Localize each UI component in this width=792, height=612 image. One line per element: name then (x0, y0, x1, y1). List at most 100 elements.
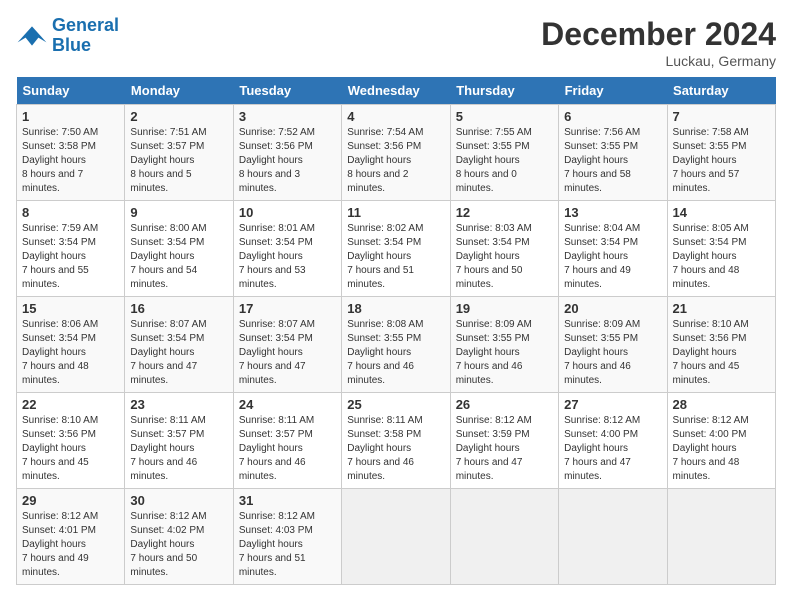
day-info: Sunrise: 8:02 AM Sunset: 3:54 PM Dayligh… (347, 222, 444, 292)
calendar-table: SundayMondayTuesdayWednesdayThursdayFrid… (16, 77, 776, 585)
day-number: 13 (564, 205, 661, 220)
calendar-cell: 2 Sunrise: 7:51 AM Sunset: 3:57 PM Dayli… (125, 105, 233, 201)
day-number: 8 (22, 205, 119, 220)
calendar-cell: 16 Sunrise: 8:07 AM Sunset: 3:54 PM Dayl… (125, 297, 233, 393)
calendar-cell: 31 Sunrise: 8:12 AM Sunset: 4:03 PM Dayl… (233, 489, 341, 585)
day-info: Sunrise: 8:12 AM Sunset: 4:00 PM Dayligh… (673, 414, 770, 484)
day-info: Sunrise: 8:07 AM Sunset: 3:54 PM Dayligh… (130, 318, 227, 388)
day-info: Sunrise: 8:10 AM Sunset: 3:56 PM Dayligh… (22, 414, 119, 484)
calendar-cell: 30 Sunrise: 8:12 AM Sunset: 4:02 PM Dayl… (125, 489, 233, 585)
day-info: Sunrise: 8:08 AM Sunset: 3:55 PM Dayligh… (347, 318, 444, 388)
calendar-cell: 22 Sunrise: 8:10 AM Sunset: 3:56 PM Dayl… (17, 393, 125, 489)
weekday-header-thursday: Thursday (450, 77, 558, 105)
day-number: 10 (239, 205, 336, 220)
day-info: Sunrise: 8:09 AM Sunset: 3:55 PM Dayligh… (564, 318, 661, 388)
day-info: Sunrise: 7:56 AM Sunset: 3:55 PM Dayligh… (564, 126, 661, 196)
day-number: 19 (456, 301, 553, 316)
day-number: 3 (239, 109, 336, 124)
day-info: Sunrise: 8:12 AM Sunset: 4:00 PM Dayligh… (564, 414, 661, 484)
calendar-week-2: 8 Sunrise: 7:59 AM Sunset: 3:54 PM Dayli… (17, 201, 776, 297)
calendar-week-4: 22 Sunrise: 8:10 AM Sunset: 3:56 PM Dayl… (17, 393, 776, 489)
day-number: 4 (347, 109, 444, 124)
day-info: Sunrise: 8:11 AM Sunset: 3:57 PM Dayligh… (130, 414, 227, 484)
calendar-cell: 20 Sunrise: 8:09 AM Sunset: 3:55 PM Dayl… (559, 297, 667, 393)
weekday-header-sunday: Sunday (17, 77, 125, 105)
calendar-cell (559, 489, 667, 585)
calendar-cell: 13 Sunrise: 8:04 AM Sunset: 3:54 PM Dayl… (559, 201, 667, 297)
calendar-cell (450, 489, 558, 585)
location: Luckau, Germany (541, 53, 776, 69)
day-info: Sunrise: 8:11 AM Sunset: 3:58 PM Dayligh… (347, 414, 444, 484)
day-info: Sunrise: 7:52 AM Sunset: 3:56 PM Dayligh… (239, 126, 336, 196)
calendar-cell: 12 Sunrise: 8:03 AM Sunset: 3:54 PM Dayl… (450, 201, 558, 297)
day-number: 11 (347, 205, 444, 220)
day-number: 31 (239, 493, 336, 508)
day-info: Sunrise: 8:12 AM Sunset: 3:59 PM Dayligh… (456, 414, 553, 484)
weekday-header-wednesday: Wednesday (342, 77, 450, 105)
calendar-cell: 18 Sunrise: 8:08 AM Sunset: 3:55 PM Dayl… (342, 297, 450, 393)
day-number: 15 (22, 301, 119, 316)
day-info: Sunrise: 7:51 AM Sunset: 3:57 PM Dayligh… (130, 126, 227, 196)
day-number: 6 (564, 109, 661, 124)
day-info: Sunrise: 7:59 AM Sunset: 3:54 PM Dayligh… (22, 222, 119, 292)
calendar-cell: 23 Sunrise: 8:11 AM Sunset: 3:57 PM Dayl… (125, 393, 233, 489)
logo: General Blue (16, 16, 119, 56)
calendar-week-1: 1 Sunrise: 7:50 AM Sunset: 3:58 PM Dayli… (17, 105, 776, 201)
day-number: 14 (673, 205, 770, 220)
logo-text: General Blue (52, 16, 119, 56)
day-number: 27 (564, 397, 661, 412)
title-area: December 2024 Luckau, Germany (541, 16, 776, 69)
calendar-cell: 8 Sunrise: 7:59 AM Sunset: 3:54 PM Dayli… (17, 201, 125, 297)
day-info: Sunrise: 8:01 AM Sunset: 3:54 PM Dayligh… (239, 222, 336, 292)
day-info: Sunrise: 8:06 AM Sunset: 3:54 PM Dayligh… (22, 318, 119, 388)
page-header: General Blue December 2024 Luckau, Germa… (16, 16, 776, 69)
day-number: 25 (347, 397, 444, 412)
day-number: 9 (130, 205, 227, 220)
day-number: 5 (456, 109, 553, 124)
day-info: Sunrise: 8:10 AM Sunset: 3:56 PM Dayligh… (673, 318, 770, 388)
day-number: 21 (673, 301, 770, 316)
calendar-week-5: 29 Sunrise: 8:12 AM Sunset: 4:01 PM Dayl… (17, 489, 776, 585)
calendar-cell: 24 Sunrise: 8:11 AM Sunset: 3:57 PM Dayl… (233, 393, 341, 489)
day-info: Sunrise: 8:12 AM Sunset: 4:03 PM Dayligh… (239, 510, 336, 580)
day-number: 29 (22, 493, 119, 508)
calendar-cell: 15 Sunrise: 8:06 AM Sunset: 3:54 PM Dayl… (17, 297, 125, 393)
day-number: 7 (673, 109, 770, 124)
day-info: Sunrise: 7:50 AM Sunset: 3:58 PM Dayligh… (22, 126, 119, 196)
calendar-cell: 26 Sunrise: 8:12 AM Sunset: 3:59 PM Dayl… (450, 393, 558, 489)
day-info: Sunrise: 8:12 AM Sunset: 4:01 PM Dayligh… (22, 510, 119, 580)
day-number: 24 (239, 397, 336, 412)
calendar-cell: 1 Sunrise: 7:50 AM Sunset: 3:58 PM Dayli… (17, 105, 125, 201)
calendar-cell: 4 Sunrise: 7:54 AM Sunset: 3:56 PM Dayli… (342, 105, 450, 201)
day-number: 18 (347, 301, 444, 316)
calendar-cell: 21 Sunrise: 8:10 AM Sunset: 3:56 PM Dayl… (667, 297, 775, 393)
calendar-cell: 11 Sunrise: 8:02 AM Sunset: 3:54 PM Dayl… (342, 201, 450, 297)
weekday-header-monday: Monday (125, 77, 233, 105)
calendar-cell: 3 Sunrise: 7:52 AM Sunset: 3:56 PM Dayli… (233, 105, 341, 201)
calendar-cell (667, 489, 775, 585)
day-number: 23 (130, 397, 227, 412)
calendar-cell: 5 Sunrise: 7:55 AM Sunset: 3:55 PM Dayli… (450, 105, 558, 201)
day-info: Sunrise: 8:03 AM Sunset: 3:54 PM Dayligh… (456, 222, 553, 292)
day-info: Sunrise: 7:54 AM Sunset: 3:56 PM Dayligh… (347, 126, 444, 196)
weekday-header-tuesday: Tuesday (233, 77, 341, 105)
calendar-cell: 9 Sunrise: 8:00 AM Sunset: 3:54 PM Dayli… (125, 201, 233, 297)
day-number: 17 (239, 301, 336, 316)
month-title: December 2024 (541, 16, 776, 53)
day-number: 26 (456, 397, 553, 412)
day-number: 12 (456, 205, 553, 220)
calendar-cell: 14 Sunrise: 8:05 AM Sunset: 3:54 PM Dayl… (667, 201, 775, 297)
calendar-cell: 17 Sunrise: 8:07 AM Sunset: 3:54 PM Dayl… (233, 297, 341, 393)
day-number: 28 (673, 397, 770, 412)
calendar-cell: 27 Sunrise: 8:12 AM Sunset: 4:00 PM Dayl… (559, 393, 667, 489)
day-info: Sunrise: 8:04 AM Sunset: 3:54 PM Dayligh… (564, 222, 661, 292)
weekday-header-row: SundayMondayTuesdayWednesdayThursdayFrid… (17, 77, 776, 105)
logo-line2: Blue (52, 35, 91, 55)
day-number: 16 (130, 301, 227, 316)
calendar-cell (342, 489, 450, 585)
weekday-header-friday: Friday (559, 77, 667, 105)
day-info: Sunrise: 7:58 AM Sunset: 3:55 PM Dayligh… (673, 126, 770, 196)
day-number: 22 (22, 397, 119, 412)
day-info: Sunrise: 8:09 AM Sunset: 3:55 PM Dayligh… (456, 318, 553, 388)
calendar-cell: 7 Sunrise: 7:58 AM Sunset: 3:55 PM Dayli… (667, 105, 775, 201)
